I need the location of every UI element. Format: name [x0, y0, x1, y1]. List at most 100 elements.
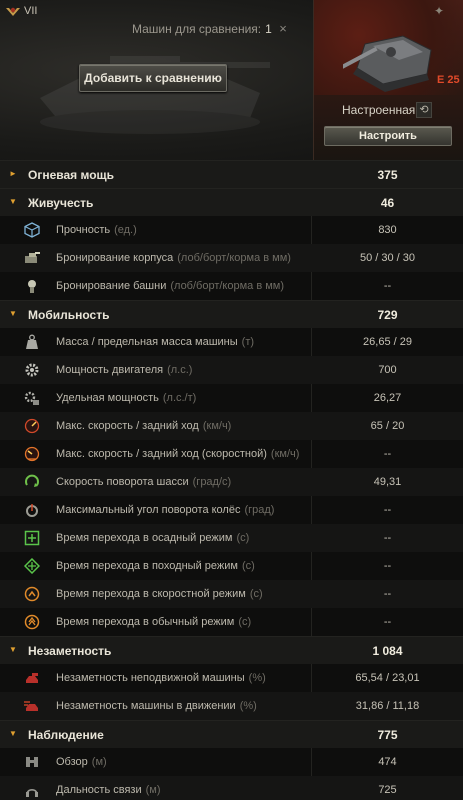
label-text: Макс. скорость / задний ход (скоростной) — [56, 448, 267, 460]
stat-row: Максимальный угол поворота колёс (град) -- — [0, 496, 463, 524]
tank-tier: VII — [24, 5, 38, 17]
stat-value: 50 / 30 / 30 — [359, 252, 416, 264]
stat-label: Мощность двигателя (л.с.) — [56, 364, 192, 376]
chevron-down-icon[interactable]: ▼ — [9, 646, 17, 654]
stat-label: Незаметность неподвижной машины (%) — [56, 672, 266, 684]
weight-icon — [26, 334, 38, 349]
stat-row: Незаметность неподвижной машины (%) 65,54 … — [0, 664, 463, 692]
stat-label: Время перехода в обычный режим (с) — [56, 616, 251, 628]
stat-label: Незаметность машины в движении (%) — [56, 700, 257, 712]
section-score: 1 084 — [372, 644, 403, 658]
unit-text: (с) — [241, 560, 255, 572]
stat-row: Время перехода в осадный режим (с) -- — [0, 524, 463, 552]
section-score: 729 — [377, 308, 398, 322]
compare-count-label: Машин для сравнения: — [132, 22, 262, 36]
label-text: Бронирование корпуса — [56, 252, 174, 264]
turret-armor-icon — [28, 280, 36, 293]
unit-text: (л.с./т) — [162, 392, 197, 404]
unit-text: (м) — [145, 784, 161, 796]
section-label: Живучесть — [28, 196, 93, 210]
chevron-down-icon[interactable]: ▼ — [9, 310, 17, 318]
unit-text: (с) — [236, 532, 250, 544]
stat-row: Макс. скорость / задний ход (скоростной)… — [0, 440, 463, 468]
stat-label: Бронирование башни (лоб/борт/корма в мм) — [56, 280, 284, 292]
compare-count: Машин для сравнения: 1 — [132, 22, 272, 36]
section-label: Мобильность — [28, 308, 109, 322]
stat-value: 725 — [378, 784, 397, 796]
star-icon[interactable]: ✦ — [434, 4, 450, 20]
stat-value: -- — [383, 532, 392, 544]
chevron-right-icon[interactable]: ► — [9, 170, 17, 178]
stat-value: -- — [383, 588, 392, 600]
speedometer-fast-icon — [24, 446, 40, 462]
stat-row: Макс. скорость / задний ход (км/ч) 65 / 20 — [0, 412, 463, 440]
siege-mode-icon — [24, 530, 40, 546]
unit-text: (лоб/борт/корма в мм) — [177, 252, 291, 264]
stat-row: Незаметность машины в движении (%) 31,86 /… — [0, 692, 463, 720]
label-text: Мощность двигателя — [56, 364, 164, 376]
section-label: Наблюдение — [28, 728, 104, 742]
close-icon[interactable]: × — [276, 22, 290, 36]
label-text: Наблюдение — [28, 728, 104, 742]
label-text: Время перехода в скоростной режим — [56, 588, 246, 600]
stat-row: Время перехода в скоростной режим (с) -- — [0, 580, 463, 608]
section-score: 375 — [377, 168, 398, 182]
chevron-down-icon[interactable]: ▼ — [9, 198, 17, 206]
label-text: Максимальный угол поворота колёс — [56, 504, 241, 516]
section-row[interactable]: ▼ Незаметность 1 084 — [0, 636, 463, 664]
section-row[interactable]: ▼ Мобильность 729 — [0, 300, 463, 328]
section-label: Незаметность — [28, 644, 111, 658]
speedometer-icon — [24, 418, 40, 434]
stat-row: Время перехода в обычный режим (с) -- — [0, 608, 463, 636]
engine-gear-icon — [25, 363, 39, 377]
stat-value: 26,65 / 29 — [363, 336, 412, 348]
stat-value: 700 — [378, 364, 397, 376]
stat-value: 49,31 — [373, 476, 402, 488]
unit-text: (ед.) — [114, 224, 137, 236]
label-text: Время перехода в обычный режим — [56, 616, 235, 628]
stat-value: 830 — [378, 224, 397, 236]
reset-config-icon[interactable]: ⟲ — [416, 102, 432, 118]
unit-text: (т) — [241, 336, 255, 348]
stat-row: Обзор (м) 474 — [0, 748, 463, 776]
unit-text: (град/с) — [192, 476, 232, 488]
unit-text: (л.с.) — [167, 364, 193, 376]
unit-text: (с) — [249, 588, 263, 600]
unit-text: (лоб/борт/корма в мм) — [170, 280, 285, 292]
stat-value: -- — [383, 448, 392, 460]
tier-icon — [6, 7, 20, 16]
stat-label: Скорость поворота шасси (град/с) — [56, 476, 231, 488]
unit-text: (с) — [238, 616, 252, 628]
label-text: Огневая мощь — [28, 168, 115, 182]
stat-label: Макс. скорость / задний ход (скоростной)… — [56, 448, 299, 460]
stat-value: -- — [383, 616, 392, 628]
section-row[interactable]: ▼ Наблюдение 775 — [0, 720, 463, 748]
chevron-down-icon[interactable]: ▼ — [9, 730, 17, 738]
stat-label: Время перехода в скоростной режим (с) — [56, 588, 263, 600]
stat-row: Время перехода в походный режим (с) -- — [0, 552, 463, 580]
section-row[interactable]: ▼ Живучесть 46 — [0, 188, 463, 216]
stat-label: Максимальный угол поворота колёс (град) — [56, 504, 274, 516]
stat-label: Время перехода в походный режим (с) — [56, 560, 255, 572]
section-label: Огневая мощь — [28, 168, 114, 182]
configure-button[interactable]: Настроить — [324, 126, 452, 146]
add-to-comparison-button[interactable]: Добавить к сравнению — [79, 64, 227, 92]
section-row[interactable]: ► Огневая мощь 375 — [0, 160, 463, 188]
camo-stationary-icon — [26, 673, 38, 683]
unit-text: (%) — [248, 672, 266, 684]
stat-label: Прочность (ед.) — [56, 224, 137, 236]
config-state-label: Настроенная — [342, 103, 416, 117]
durability-cube-icon — [24, 222, 40, 238]
label-text: Удельная мощность — [56, 392, 159, 404]
stat-label: Удельная мощность (л.с./т) — [56, 392, 196, 404]
stat-value: 31,86 / 11,18 — [355, 700, 420, 712]
camo-moving-icon — [24, 701, 38, 711]
wheel-angle-icon — [26, 504, 38, 517]
normal-mode-icon — [24, 614, 40, 630]
unit-text: (км/ч) — [202, 420, 232, 432]
stat-row: Дальность связи (м) 725 — [0, 776, 463, 800]
label-text: Живучесть — [28, 196, 94, 210]
stat-value: -- — [383, 504, 392, 516]
stat-label: Обзор (м) — [56, 756, 107, 768]
label-text: Дальность связи — [56, 784, 142, 796]
